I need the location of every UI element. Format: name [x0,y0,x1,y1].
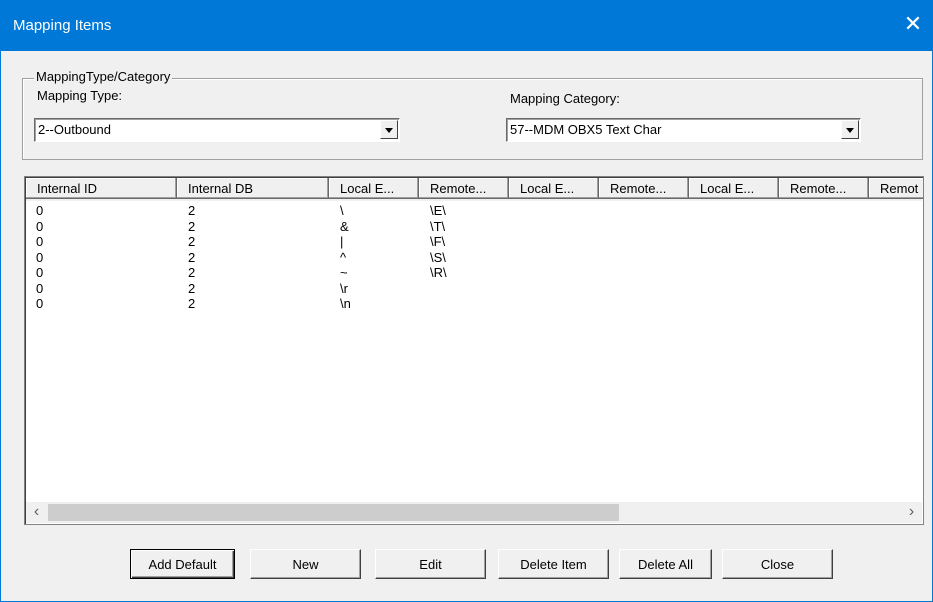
cell-internal-id: 0 [36,280,44,296]
cell-local-escape: \n [340,296,351,311]
column-header-remote-2[interactable]: Remote... [599,178,689,199]
cell-remote-escape: \E\ [430,203,446,218]
close-button[interactable]: Close [722,549,833,579]
scroll-right-icon[interactable]: › [901,502,922,523]
cell-internal-db: 2 [188,218,196,234]
column-header-local-e-1[interactable]: Local E... [329,178,419,199]
cell-local-escape: \r [340,280,348,296]
table-row[interactable]: 0 2 ^ \S\ [26,250,922,266]
cell-local-escape: ~ [340,265,348,280]
mapping-category-label: Mapping Category: [510,91,620,106]
scroll-left-icon[interactable]: ‹ [26,502,47,523]
cell-internal-id: 0 [36,249,44,265]
mapping-type-value: 2--Outbound [38,122,111,137]
mapping-type-select[interactable]: 2--Outbound [34,118,400,142]
cell-remote-escape: \S\ [430,249,446,265]
column-header-remote-3[interactable]: Remote... [779,178,869,199]
cell-local-escape: ^ [340,249,347,265]
chevron-down-icon[interactable] [380,120,398,139]
table-row[interactable]: 0 2 & \T\ [26,219,922,235]
list-header: Internal ID Internal DB Local E... Remot… [26,178,923,201]
chevron-down-icon[interactable] [841,120,859,139]
title-bar: Mapping Items ✕ [1,1,932,51]
cell-remote-escape: \F\ [430,234,446,249]
group-legend: MappingType/Category [34,69,173,84]
cell-remote-escape: \R\ [430,265,447,280]
mapping-type-label: Mapping Type: [37,88,123,103]
table-row[interactable]: 0 2 \n [26,296,922,312]
mapping-category-value: 57--MDM OBX5 Text Char [510,122,662,137]
cell-internal-id: 0 [36,265,44,280]
horizontal-scrollbar[interactable]: ‹ › [26,502,922,523]
cell-local-escape: | [340,234,344,249]
cell-internal-id: 0 [36,218,44,234]
dialog-title: Mapping Items [13,17,112,34]
cell-internal-db: 2 [188,296,196,311]
cell-internal-db: 2 [188,203,196,218]
column-header-internal-db[interactable]: Internal DB [177,178,329,199]
edit-button[interactable]: Edit [375,549,486,579]
column-header-local-e-2[interactable]: Local E... [509,178,599,199]
delete-all-button[interactable]: Delete All [619,549,712,579]
cell-internal-db: 2 [188,234,196,249]
mapping-items-dialog: Mapping Items ✕ MappingType/Category Map… [0,0,933,602]
table-row[interactable]: 0 2 \ \E\ [26,203,922,219]
table-row[interactable]: 0 2 ~ \R\ [26,265,922,281]
list-rows: 0 2 \ \E\ 0 2 & \T\ 0 2 | \F\ 0 2 ^ \S\ … [26,203,922,312]
scrollbar-thumb[interactable] [48,504,619,521]
column-header-remote-4[interactable]: Remot [869,178,923,199]
cell-remote-escape: \T\ [430,218,446,234]
cell-internal-db: 2 [188,265,196,280]
new-button[interactable]: New [250,549,361,579]
table-row[interactable]: 0 2 | \F\ [26,234,922,250]
cell-internal-db: 2 [188,280,196,296]
cell-internal-id: 0 [36,203,44,218]
delete-item-button[interactable]: Delete Item [498,549,609,579]
column-header-remote-1[interactable]: Remote... [419,178,509,199]
cell-internal-id: 0 [36,234,44,249]
mapping-items-list[interactable]: Internal ID Internal DB Local E... Remot… [24,176,924,525]
cell-internal-id: 0 [36,296,44,311]
cell-local-escape: \ [340,203,344,218]
close-icon[interactable]: ✕ [900,11,926,37]
cell-internal-db: 2 [188,249,196,265]
add-default-button[interactable]: Add Default [130,549,235,579]
cell-local-escape: & [340,218,349,234]
mapping-category-select[interactable]: 57--MDM OBX5 Text Char [506,118,861,142]
column-header-internal-id[interactable]: Internal ID [26,178,177,199]
table-row[interactable]: 0 2 \r [26,281,922,297]
column-header-local-e-3[interactable]: Local E... [689,178,779,199]
